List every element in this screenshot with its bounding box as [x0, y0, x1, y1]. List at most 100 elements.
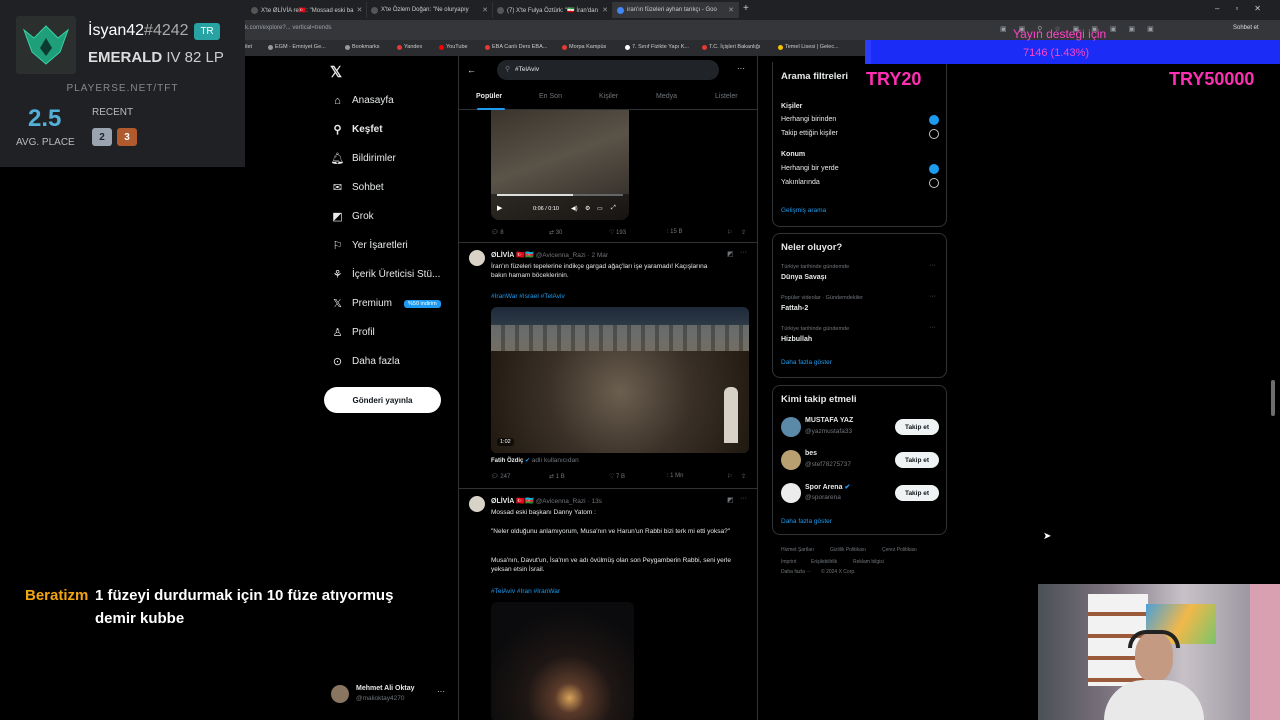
post-video[interactable]: ▶ 0:06 / 0:10 ◀) ⚙ ▭ ⤢	[491, 110, 629, 220]
author-name[interactable]: ØLİVİA	[491, 252, 514, 259]
sidebar-item-home[interactable]: ⌂ Anasayfa	[331, 94, 394, 107]
post-hashtags[interactable]: #IranWar #Israel #TelAviv	[491, 292, 565, 301]
tab-lists[interactable]: Listeler	[715, 93, 738, 100]
bookmark-icon[interactable]: ⚐	[727, 229, 732, 236]
play-icon[interactable]: ▶	[497, 204, 502, 212]
repost-button[interactable]: ⇄ 1 B	[549, 473, 565, 480]
bookmark-item[interactable]: Bookmarks	[345, 44, 380, 50]
follow-suggestion[interactable]: Spor Arena ✔ @sporarena Takip et	[773, 480, 946, 508]
sidebar-item-messages[interactable]: ✉ Sohbet	[331, 181, 384, 194]
sidebar-item-explore[interactable]: ⚲ Keşfet	[331, 123, 382, 136]
post-video[interactable]	[491, 602, 634, 720]
footer-link[interactable]: Gizlilik Politikası	[830, 547, 866, 553]
reply-button[interactable]: 💬︎ 247	[491, 473, 510, 480]
trend-item[interactable]: Türkiye tarihinde gündemde Hizbullah ···	[773, 324, 946, 352]
people-following-radio[interactable]	[929, 129, 939, 139]
sidebar-item-notifications[interactable]: 🔔︎ Bildirimler	[331, 152, 396, 165]
follow-show-more-link[interactable]: Daha fazla göster	[781, 518, 832, 525]
people-option-following[interactable]: Takip ettiğin kişiler	[781, 130, 838, 137]
more-dots-icon[interactable]: ···	[929, 324, 936, 331]
post-button[interactable]: Gönderi yayınla	[324, 387, 441, 413]
x-logo-icon[interactable]: 𝕏	[330, 63, 342, 81]
browser-tab[interactable]: (7) X'te Fulya Öztürk: "🇮🇷 İran'dan ✕	[493, 2, 613, 18]
tab-people[interactable]: Kişiler	[599, 93, 618, 100]
repost-button[interactable]: ⇄ 30	[549, 229, 562, 236]
reply-button[interactable]: 💬︎ 8	[491, 229, 504, 236]
bookmark-item[interactable]: T.C. İçişleri Bakanlığı	[702, 44, 760, 50]
footer-link[interactable]: Reklam bilgisi	[853, 559, 884, 565]
video-progress-track[interactable]	[497, 194, 623, 196]
extension-icon[interactable]: ▣	[1147, 25, 1154, 35]
close-icon[interactable]: ✕	[728, 6, 734, 14]
trends-show-more-link[interactable]: Daha fazla göster	[781, 359, 832, 366]
page-scrollbar-thumb[interactable]	[1271, 380, 1275, 416]
share-icon[interactable]: ⇪	[741, 473, 746, 480]
browser-tab[interactable]: X'te Özlem Doğan: "Ne oluryapıy ✕	[367, 2, 493, 18]
account-switcher[interactable]: Mehmet Ali Oktay @malioktay4270 ···	[329, 684, 451, 708]
like-button[interactable]: ♡ 7 B	[609, 473, 625, 480]
footer-link[interactable]: Erişilebilirlik	[811, 559, 837, 565]
sidebar-item-profile[interactable]: ♙ Profil	[331, 326, 375, 339]
more-dots-icon[interactable]: ···	[929, 262, 936, 269]
back-arrow-icon[interactable]: ←	[467, 65, 476, 75]
search-input[interactable]: ⚲ #TelAviv	[497, 60, 719, 80]
post-video[interactable]: 1:02	[491, 307, 749, 453]
post-hashtags[interactable]: #TelAviv #Iran #IranWar	[491, 587, 560, 596]
post-card[interactable]: ØLİVİA 🇹🇷🇦🇿 @Avicenna_Razi · 13s ◩ ··· M…	[459, 489, 757, 720]
tagged-user[interactable]: Fatih Özdiç ✔ adlı kullanıcıdan	[491, 457, 579, 464]
more-dots-icon[interactable]: ···	[737, 64, 745, 73]
volume-icon[interactable]: ◀)	[571, 205, 578, 212]
post-card[interactable]: ▶ 0:06 / 0:10 ◀) ⚙ ▭ ⤢ 💬︎ 8 ⇄ 30 ♡ 193 ⫶…	[459, 110, 757, 243]
settings-icon[interactable]: ⚙	[585, 205, 590, 212]
follow-suggestion[interactable]: MUSTAFA YAZ @yazmustafa33 Takip et	[773, 414, 946, 442]
captions-icon[interactable]: ▭	[597, 205, 603, 212]
bookmark-item[interactable]: EGM - Emniyet Ge...	[268, 44, 326, 50]
people-anyone-radio[interactable]	[929, 115, 939, 125]
bookmark-icon[interactable]: ⚐	[727, 473, 732, 480]
post-card[interactable]: ØLİVİA 🇹🇷🇦🇿 @Avicenna_Razi · 2 Mar ◩ ···…	[459, 243, 757, 489]
maximize-icon[interactable]: ▫	[1235, 4, 1238, 13]
like-button[interactable]: ♡ 193	[609, 229, 626, 236]
advanced-search-link[interactable]: Gelişmiş arama	[781, 207, 826, 214]
bookmark-item[interactable]: 7. Sınıf Fizikte Yapı K...	[625, 44, 689, 50]
bookmark-item[interactable]: Temel Lisesi | Gelec...	[778, 44, 839, 50]
close-icon[interactable]: ✕	[356, 6, 362, 14]
sidebar-item-grok[interactable]: ◩ Grok	[331, 210, 373, 223]
profile-chat-button[interactable]: Sohbet et	[1233, 25, 1259, 31]
more-dots-icon[interactable]: ···	[740, 495, 747, 502]
follow-button[interactable]: Takip et	[895, 485, 939, 501]
trend-item[interactable]: Popüler videolar · Gündemdekiler Fattah-…	[773, 293, 946, 321]
new-tab-icon[interactable]: +	[743, 3, 749, 14]
browser-tab-active[interactable]: iran'ın füzeleri ayhan tarıkçı - Goo ✕	[613, 2, 739, 18]
url-text[interactable]: k.com/explore?... vertical=trends	[245, 25, 332, 31]
sidebar-item-premium[interactable]: 𝕏 Premium %50 indirim	[331, 297, 441, 310]
follow-button[interactable]: Takip et	[895, 419, 939, 435]
tab-media[interactable]: Medya	[656, 93, 677, 100]
sidebar-item-creator-studio[interactable]: ⚘ İçerik Üreticisi Stü...	[331, 268, 441, 281]
footer-link[interactable]: Çerez Politikası	[882, 547, 917, 553]
close-icon[interactable]: ✕	[602, 6, 608, 14]
grok-icon[interactable]: ◩	[727, 250, 734, 258]
share-icon[interactable]: ⇪	[741, 229, 746, 236]
more-dots-icon[interactable]: ···	[740, 249, 747, 256]
extension-icon[interactable]: ▣	[1129, 25, 1136, 35]
bookmark-item[interactable]: YouTube	[439, 44, 468, 50]
location-option-near[interactable]: Yakınlarında	[781, 179, 820, 186]
footer-more-link[interactable]: Daha fazla ···	[781, 569, 811, 575]
avatar[interactable]	[469, 250, 485, 266]
people-option-anyone[interactable]: Herhangi birinden	[781, 116, 836, 123]
fullscreen-icon[interactable]: ⤢	[611, 205, 616, 212]
extension-icon[interactable]: ▣	[1000, 25, 1007, 35]
minimize-icon[interactable]: –	[1215, 4, 1219, 13]
more-dots-icon[interactable]: ···	[437, 687, 445, 696]
location-option-anywhere[interactable]: Herhangi bir yerde	[781, 165, 839, 172]
sidebar-item-more[interactable]: ⊙ Daha fazla	[331, 355, 400, 368]
more-dots-icon[interactable]: ···	[929, 293, 936, 300]
sidebar-item-bookmarks[interactable]: ⚐ Yer İşaretleri	[331, 239, 408, 252]
location-anywhere-radio[interactable]	[929, 164, 939, 174]
footer-link[interactable]: Imprint	[781, 559, 796, 565]
tab-popular[interactable]: Popüler	[476, 93, 502, 100]
bookmark-item[interactable]: Yandex	[397, 44, 422, 50]
close-icon[interactable]: ✕	[482, 6, 488, 14]
follow-button[interactable]: Takip et	[895, 452, 939, 468]
